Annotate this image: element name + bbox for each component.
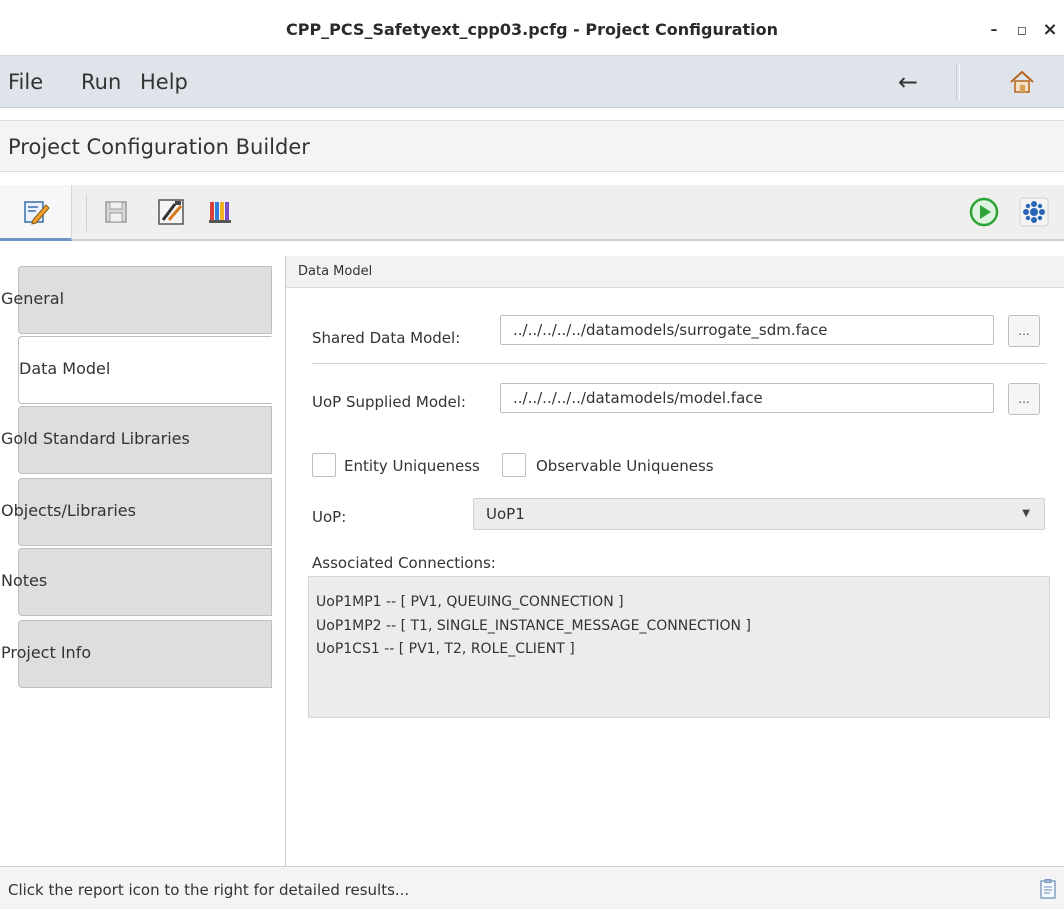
menu-run[interactable]: Run [81, 70, 121, 94]
settings-icon[interactable] [1018, 196, 1050, 228]
tab-data-model-label: Data Model [19, 359, 111, 378]
tools-icon[interactable] [155, 196, 187, 228]
toolbar-separator [86, 195, 87, 231]
observable-uniqueness-label: Observable Uniqueness [536, 457, 714, 475]
shared-data-model-field[interactable]: ../../../../../datamodels/surrogate_sdm.… [500, 315, 994, 345]
tab-general-label: General [1, 289, 65, 308]
back-arrow-icon[interactable]: ← [898, 68, 918, 96]
entity-uniqueness-label: Entity Uniqueness [344, 457, 480, 475]
minimize-button[interactable]: – [984, 20, 1004, 40]
toolbar [0, 185, 1064, 241]
divider [312, 363, 1046, 364]
menubar-separator [956, 64, 960, 100]
data-model-panel: Data Model Shared Data Model: ../../../.… [285, 256, 1064, 866]
uop-label: UoP: [312, 508, 347, 526]
shared-data-model-label: Shared Data Model: [312, 329, 461, 347]
tab-project-info-label: Project Info [1, 643, 92, 662]
shared-data-model-browse-button[interactable]: ... [1008, 315, 1040, 347]
tab-gold-standard-libraries[interactable]: Gold Standard Libraries [1, 406, 272, 474]
uop-supplied-model-label: UoP Supplied Model: [312, 393, 466, 411]
tab-notes[interactable]: Notes [1, 548, 272, 616]
close-button[interactable]: × [1040, 20, 1060, 40]
report-icon[interactable] [1040, 879, 1056, 899]
tab-general[interactable]: General [1, 266, 272, 334]
uop-select[interactable]: UoP1 ▼ [473, 498, 1045, 530]
list-item: UoP1CS1 -- [ PV1, T2, ROLE_CLIENT ] [316, 641, 575, 657]
save-icon[interactable] [100, 196, 132, 228]
entity-uniqueness-checkbox[interactable] [312, 453, 336, 477]
tab-objects-libraries-label: Objects/Libraries [1, 501, 136, 520]
builder-title: Project Configuration Builder [8, 135, 310, 159]
tab-objects-libraries[interactable]: Objects/Libraries [1, 478, 272, 546]
tab-notes-label: Notes [1, 571, 48, 590]
associated-connections-label: Associated Connections: [312, 554, 496, 572]
menu-help[interactable]: Help [140, 70, 188, 94]
library-icon[interactable] [205, 196, 237, 228]
tab-project-info[interactable]: Project Info [1, 620, 272, 688]
associated-connections-list[interactable]: UoP1MP1 -- [ PV1, QUEUING_CONNECTION ] U… [308, 576, 1050, 718]
tab-data-model[interactable]: Data Model [18, 336, 272, 404]
status-bar: Click the report icon to the right for d… [0, 866, 1064, 909]
menu-file[interactable]: File [8, 70, 43, 94]
window-title: CPP_PCS_Safetyext_cpp03.pcfg - Project C… [285, 20, 779, 39]
observable-uniqueness-checkbox[interactable] [502, 453, 526, 477]
edit-config-icon[interactable] [20, 196, 52, 228]
home-icon[interactable] [1008, 68, 1036, 96]
tab-gold-standard-libraries-label: Gold Standard Libraries [1, 429, 190, 448]
uop-supplied-model-field[interactable]: ../../../../../datamodels/model.face [500, 383, 994, 413]
status-message: Click the report icon to the right for d… [8, 881, 410, 899]
uop-select-value: UoP1 [486, 505, 525, 523]
menu-bar: File Run Help ← [0, 56, 1064, 108]
uop-supplied-model-browse-button[interactable]: ... [1008, 383, 1040, 415]
builder-header: Project Configuration Builder [0, 120, 1064, 172]
window-titlebar: CPP_PCS_Safetyext_cpp03.pcfg - Project C… [0, 0, 1064, 56]
list-item: UoP1MP1 -- [ PV1, QUEUING_CONNECTION ] [316, 594, 624, 610]
list-item: UoP1MP2 -- [ T1, SINGLE_INSTANCE_MESSAGE… [316, 618, 751, 634]
maximize-button[interactable]: ◻ [1012, 20, 1032, 40]
run-icon[interactable] [968, 196, 1000, 228]
panel-title: Data Model [286, 256, 1064, 288]
chevron-down-icon: ▼ [1022, 508, 1030, 519]
